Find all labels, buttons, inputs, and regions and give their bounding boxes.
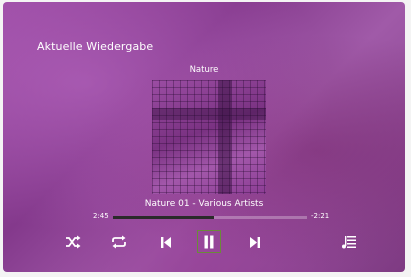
shuffle-button[interactable] [61,230,85,254]
pause-icon [203,235,215,249]
page-title: Aktuelle Wiedergabe [37,40,154,53]
skip-next-icon [249,236,261,249]
now-playing-window: Aktuelle Wiedergabe Nature Nature 01 - V… [3,2,405,272]
previous-button[interactable] [154,230,178,254]
playlist-button[interactable] [337,230,361,254]
progress-fill [113,216,214,219]
shuffle-icon [65,235,81,249]
remaining-time: -2:21 [311,212,330,220]
album-name: Nature [189,65,219,75]
progress-bar[interactable] [113,216,307,219]
album-art [152,80,266,194]
pause-button[interactable] [197,230,221,253]
repeat-button[interactable] [107,230,131,254]
elapsed-time: 2:45 [93,212,109,220]
playlist-icon [341,235,357,249]
track-info: Nature 01 - Various Artists [144,199,264,209]
repeat-icon [111,235,127,249]
next-button[interactable] [243,230,267,254]
skip-previous-icon [160,236,172,249]
